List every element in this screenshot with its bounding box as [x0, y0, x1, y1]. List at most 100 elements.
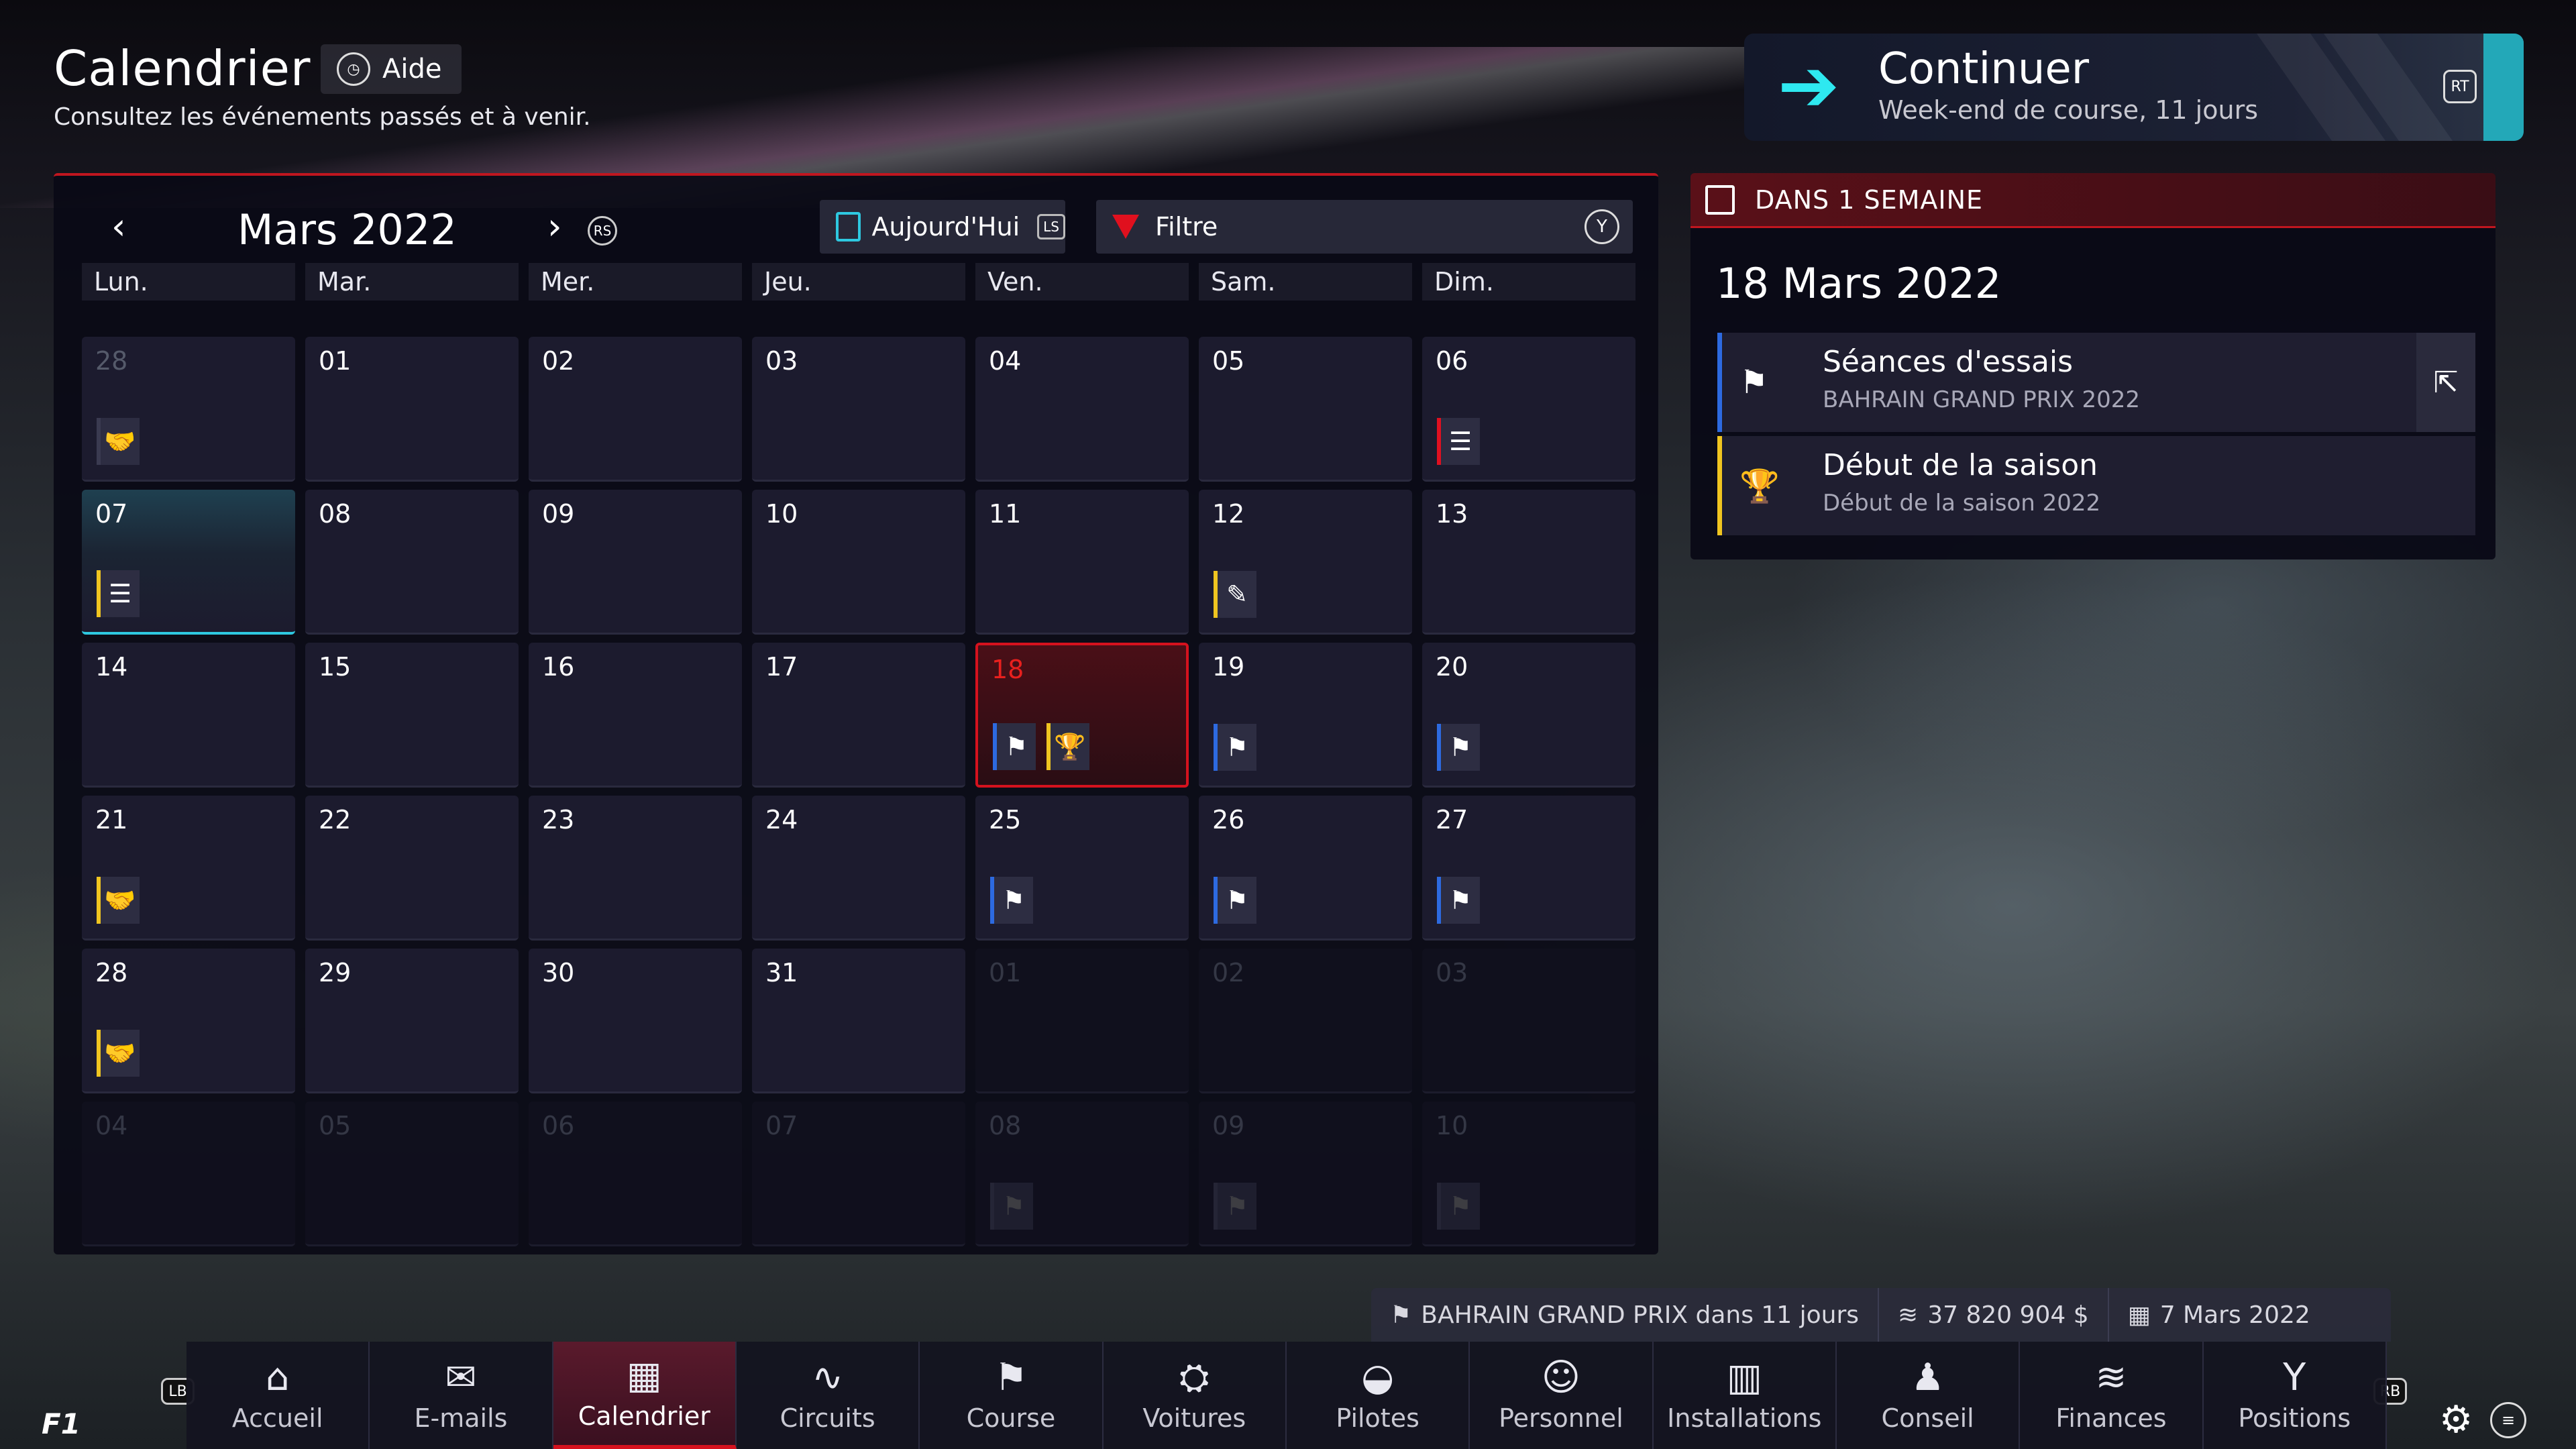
nav-item-conseil[interactable]: ♟ Conseil — [1837, 1342, 2021, 1449]
calendar-day[interactable]: 03 — [1422, 949, 1635, 1093]
calendar-day[interactable]: 12 ✎ — [1199, 490, 1412, 635]
nav-item-voitures[interactable]: ⛭ Voitures — [1104, 1342, 1287, 1449]
calendar-day[interactable]: 10 ⚑ — [1422, 1102, 1635, 1246]
flag-icon[interactable]: ⚑ — [1214, 877, 1256, 924]
chevron-left-icon[interactable]: ‹ — [111, 208, 126, 246]
calendar-day[interactable]: 03 — [752, 337, 965, 482]
flag-icon: ⚑ — [1739, 364, 1769, 401]
upcoming-header-label: DANS 1 SEMAINE — [1755, 184, 1984, 215]
nav-item-finances[interactable]: ≋ Finances — [2020, 1342, 2204, 1449]
calendar-day[interactable]: 09 — [529, 490, 742, 635]
weekday-header: Mar. — [305, 263, 519, 301]
flag-icon[interactable]: ⚑ — [1437, 1183, 1480, 1230]
car-icon: ⛭ — [1179, 1356, 1210, 1399]
calendar-day[interactable]: 01 — [305, 337, 519, 482]
calendar-day[interactable]: 05 — [1199, 337, 1412, 482]
filter-button[interactable]: Filtre Y — [1096, 200, 1633, 254]
nav-item-positions[interactable]: Y Positions — [2204, 1342, 2387, 1449]
calendar-day[interactable]: 31 — [752, 949, 965, 1093]
calendar-day[interactable]: 07 ☰ — [82, 490, 295, 635]
calendar-day[interactable]: 10 — [752, 490, 965, 635]
flag-icon[interactable]: ⚑ — [1437, 877, 1480, 924]
calendar-day[interactable]: 06 ☰ — [1422, 337, 1635, 482]
day-number: 15 — [319, 652, 352, 682]
calendar-day[interactable]: 02 — [529, 337, 742, 482]
day-number: 19 — [1212, 652, 1245, 682]
nav-item-label: Finances — [2055, 1403, 2167, 1433]
tools-icon[interactable]: ✎ — [1214, 571, 1256, 618]
calendar-day[interactable]: 05 — [305, 1102, 519, 1246]
flag-icon[interactable]: ⚑ — [993, 723, 1036, 770]
calendar-day[interactable]: 04 — [82, 1102, 295, 1246]
calendar-day[interactable]: 17 — [752, 643, 965, 788]
handshake-icon[interactable]: 🤝 — [97, 1030, 140, 1077]
help-button[interactable]: ◷ Aide — [321, 44, 462, 94]
calendar-day[interactable]: 15 — [305, 643, 519, 788]
event-title: Début de la saison — [1823, 448, 2098, 482]
calendar-day[interactable]: 02 — [1199, 949, 1412, 1093]
calendar-day[interactable]: 08 — [305, 490, 519, 635]
calendar-day[interactable]: 28 🤝 — [82, 337, 295, 482]
calendar-day[interactable]: 19 ⚑ — [1199, 643, 1412, 788]
calendar-day[interactable]: 28 🤝 — [82, 949, 295, 1093]
flag-icon[interactable]: ⚑ — [990, 1183, 1033, 1230]
calendar-day[interactable]: 22 — [305, 796, 519, 941]
calendar-day[interactable]: 07 — [752, 1102, 965, 1246]
calendar-day[interactable]: 01 — [975, 949, 1189, 1093]
nav-item-course[interactable]: ⚑ Course — [920, 1342, 1104, 1449]
list-icon[interactable]: ☰ — [1437, 418, 1480, 465]
external-link-icon[interactable]: ⇱ — [2416, 333, 2475, 432]
calendar-day[interactable]: 11 — [975, 490, 1189, 635]
flag-icon[interactable]: ⚑ — [990, 877, 1033, 924]
event-row-season-start[interactable]: 🏆 Début de la saison Début de la saison … — [1717, 436, 2475, 535]
calendar-day[interactable]: 29 — [305, 949, 519, 1093]
today-button[interactable]: Aujourd'Hui LS — [820, 200, 1065, 254]
nav-item-e-mails[interactable]: ✉ E-mails — [370, 1342, 553, 1449]
calendar-day[interactable]: 09 ⚑ — [1199, 1102, 1412, 1246]
calendar-day[interactable]: 25 ⚑ — [975, 796, 1189, 941]
chevron-right-icon[interactable]: › — [547, 208, 562, 246]
calendar-day[interactable]: 08 ⚑ — [975, 1102, 1189, 1246]
day-number: 10 — [765, 499, 798, 529]
nav-item-circuits[interactable]: ∿ Circuits — [737, 1342, 920, 1449]
flag-icon[interactable]: ⚑ — [1214, 1183, 1256, 1230]
trophy-icon[interactable]: 🏆 — [1046, 723, 1089, 770]
event-row-practice[interactable]: ⚑ Séances d'essais BAHRAIN GRAND PRIX 20… — [1717, 333, 2475, 432]
nav-item-personnel[interactable]: ☺ Personnel — [1470, 1342, 1654, 1449]
calendar-day[interactable]: 20 ⚑ — [1422, 643, 1635, 788]
weekday-header: Sam. — [1199, 263, 1412, 301]
nav-item-calendrier[interactable]: ▦ Calendrier — [553, 1342, 737, 1449]
calendar-day[interactable]: 26 ⚑ — [1199, 796, 1412, 941]
handshake-icon[interactable]: 🤝 — [97, 877, 140, 924]
menu-icon[interactable]: ≡ — [2490, 1402, 2526, 1438]
nav-item-label: Conseil — [1881, 1403, 1974, 1433]
nav-item-pilotes[interactable]: ◒ Pilotes — [1287, 1342, 1470, 1449]
handshake-icon[interactable]: 🤝 — [97, 418, 140, 465]
calendar-day[interactable]: 21 🤝 — [82, 796, 295, 941]
calendar-day[interactable]: 24 — [752, 796, 965, 941]
calendar-day[interactable]: 30 — [529, 949, 742, 1093]
continue-detail: Week-end de course, 11 jours — [1878, 95, 2258, 125]
nav-item-installations[interactable]: ▥ Installations — [1654, 1342, 1837, 1449]
rt-button-hint: RT — [2443, 70, 2477, 103]
next-race-status[interactable]: ⚑ BAHRAIN GRAND PRIX dans 11 jours — [1371, 1288, 1880, 1342]
day-number: 08 — [319, 499, 352, 529]
calendar-day[interactable]: 27 ⚑ — [1422, 796, 1635, 941]
calendar-day[interactable]: 06 — [529, 1102, 742, 1246]
continue-button[interactable]: ➔ Continuer Week-end de course, 11 jours… — [1744, 34, 2524, 141]
calendar-day[interactable]: 18 ⚑ 🏆 — [975, 643, 1189, 788]
flag-icon[interactable]: ⚑ — [1437, 724, 1480, 771]
calendar-icon: ▦ — [2127, 1301, 2151, 1329]
page-title: Calendrier — [54, 40, 311, 97]
f1-logo: F1 — [42, 1407, 80, 1440]
nav-item-accueil[interactable]: ⌂ Accueil — [186, 1342, 370, 1449]
calendar-day[interactable]: 13 — [1422, 490, 1635, 635]
race-flag-icon: ⚑ — [994, 1356, 1028, 1399]
list-icon[interactable]: ☰ — [97, 570, 140, 617]
calendar-day[interactable]: 23 — [529, 796, 742, 941]
calendar-day[interactable]: 16 — [529, 643, 742, 788]
calendar-day[interactable]: 14 — [82, 643, 295, 788]
gear-icon[interactable]: ⚙ — [2439, 1398, 2473, 1442]
calendar-day[interactable]: 04 — [975, 337, 1189, 482]
flag-icon[interactable]: ⚑ — [1214, 724, 1256, 771]
